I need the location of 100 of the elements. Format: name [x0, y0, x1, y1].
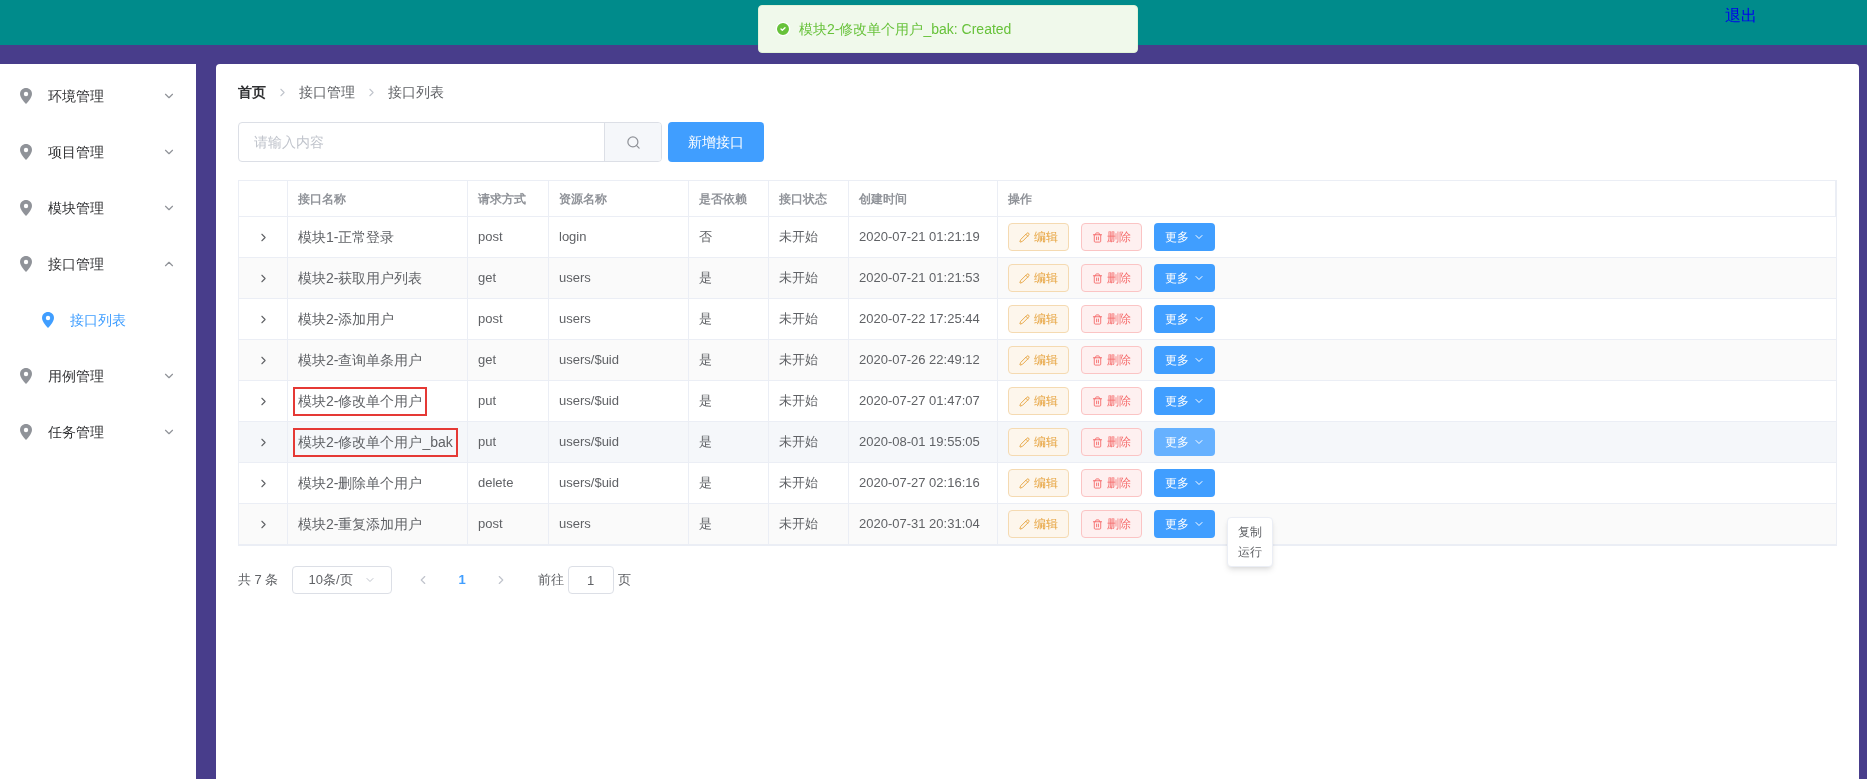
- delete-button[interactable]: 删除: [1081, 510, 1142, 538]
- trash-icon: [1092, 231, 1103, 243]
- table-cell-text: 2020-07-21 01:21:53: [859, 269, 980, 288]
- delete-button[interactable]: 删除: [1081, 223, 1142, 251]
- edit-button[interactable]: 编辑: [1008, 305, 1069, 333]
- table-cell-text: users/$uid: [559, 433, 619, 452]
- column-header: 接口名称: [298, 190, 346, 208]
- sidebar-item[interactable]: 任务管理: [0, 404, 196, 460]
- pencil-icon: [1019, 231, 1030, 243]
- table-cell-text: get: [478, 351, 497, 370]
- table-cell-text: 模块2-删除单个用户: [298, 473, 423, 493]
- edit-button[interactable]: 编辑: [1008, 223, 1069, 251]
- table-cell-text: 2020-07-21 01:21:19: [859, 228, 980, 247]
- more-button[interactable]: 更多: [1154, 469, 1215, 497]
- more-button[interactable]: 更多: [1154, 305, 1215, 333]
- table-cell-text: 2020-07-26 22:49:12: [859, 351, 980, 370]
- table-cell-text: post: [478, 515, 503, 534]
- sidebar-item[interactable]: 项目管理: [0, 124, 196, 180]
- trash-icon: [1092, 477, 1103, 489]
- sidebar-item[interactable]: 接口管理: [0, 236, 196, 292]
- location-pin-icon: [20, 200, 32, 216]
- trash-icon: [1092, 395, 1103, 407]
- table-cell-text: 未开始: [779, 351, 818, 370]
- column-header: 请求方式: [478, 190, 526, 208]
- table-cell-text: delete: [478, 474, 514, 493]
- edit-button[interactable]: 编辑: [1008, 510, 1069, 538]
- sidebar-item[interactable]: 环境管理: [0, 68, 196, 124]
- search-icon: [625, 134, 641, 150]
- table-cell-text: 未开始: [779, 228, 818, 247]
- more-button[interactable]: 更多: [1154, 428, 1215, 456]
- pencil-icon: [1019, 395, 1030, 407]
- location-pin-icon: [20, 88, 32, 104]
- trash-icon: [1092, 436, 1103, 448]
- more-button[interactable]: 更多: [1154, 223, 1215, 251]
- table-cell-text: get: [478, 269, 497, 288]
- search-input[interactable]: 请输入内容: [239, 123, 604, 161]
- table-cell-text: 2020-07-22 17:25:44: [859, 310, 980, 329]
- location-pin-icon: [20, 424, 32, 440]
- pencil-icon: [1019, 313, 1030, 325]
- table-cell-text: 2020-07-31 20:31:04: [859, 515, 980, 534]
- table-cell-text: 是: [699, 310, 712, 329]
- page-input[interactable]: 1: [567, 566, 614, 594]
- pencil-icon: [1019, 518, 1030, 530]
- breadcrumb-item[interactable]: 接口管理: [299, 81, 355, 103]
- trash-icon: [1092, 313, 1103, 325]
- edit-button[interactable]: 编辑: [1008, 469, 1069, 497]
- table-cell-text: 未开始: [779, 474, 818, 493]
- add-interface-button[interactable]: 新增接口: [668, 122, 764, 162]
- logout-link[interactable]: 退出: [1725, 4, 1757, 28]
- table-cell-text: 未开始: [779, 515, 818, 534]
- location-pin-icon: [20, 144, 32, 160]
- table-cell-text: 是: [699, 515, 712, 534]
- sidebar-subitem[interactable]: 接口列表: [0, 292, 196, 348]
- delete-button[interactable]: 删除: [1081, 264, 1142, 292]
- table-cell: 模块2-修改单个用户_bak: [293, 427, 458, 457]
- edit-button[interactable]: 编辑: [1008, 428, 1069, 456]
- menu-item[interactable]: 运行: [1228, 542, 1272, 562]
- menu-item[interactable]: 复制: [1228, 522, 1272, 542]
- sidebar-item[interactable]: 模块管理: [0, 180, 196, 236]
- more-button[interactable]: 更多: [1154, 387, 1215, 415]
- table-cell-text: 是: [699, 269, 712, 288]
- table-cell-text: 模块2-查询单条用户: [298, 350, 423, 370]
- delete-button[interactable]: 删除: [1081, 346, 1142, 374]
- table-cell-text: 未开始: [779, 392, 818, 411]
- page-number[interactable]: 1: [458, 570, 466, 590]
- table-cell-text: 否: [699, 228, 712, 247]
- sidebar-item[interactable]: 用例管理: [0, 348, 196, 404]
- table-cell-text: 是: [699, 474, 712, 493]
- table-cell-text: users/$uid: [559, 392, 619, 411]
- trash-icon: [1092, 354, 1103, 366]
- delete-button[interactable]: 删除: [1081, 428, 1142, 456]
- delete-button[interactable]: 删除: [1081, 305, 1142, 333]
- table-cell: 模块2-修改单个用户: [293, 386, 428, 416]
- table-cell-text: post: [478, 310, 503, 329]
- more-button[interactable]: 更多: [1154, 346, 1215, 374]
- column-header: 资源名称: [559, 190, 607, 208]
- column-header: 接口状态: [779, 190, 827, 208]
- toast-message: 模块2-修改单个用户_bak: Created: [799, 19, 1012, 39]
- success-icon: [775, 21, 791, 37]
- more-button[interactable]: 更多: [1154, 264, 1215, 292]
- location-pin-icon: [20, 368, 32, 384]
- table-cell-text: 未开始: [779, 269, 818, 288]
- edit-button[interactable]: 编辑: [1008, 346, 1069, 374]
- table-cell-text: 模块2-获取用户列表: [298, 268, 423, 288]
- table-cell-text: post: [478, 228, 503, 247]
- table-cell-text: 未开始: [779, 310, 818, 329]
- search-field[interactable]: 请输入内容: [238, 122, 662, 162]
- table-cell-text: users/$uid: [559, 351, 619, 370]
- table-cell-text: put: [478, 392, 497, 411]
- table-cell-text: 模块2-重复添加用户: [298, 514, 423, 534]
- delete-button[interactable]: 删除: [1081, 469, 1142, 497]
- trash-icon: [1092, 272, 1103, 284]
- table-cell-text: 是: [699, 433, 712, 452]
- page-size-select[interactable]: 10条/页: [292, 566, 393, 594]
- trash-icon: [1092, 518, 1103, 530]
- delete-button[interactable]: 删除: [1081, 387, 1142, 415]
- breadcrumb-item[interactable]: 首页: [238, 81, 266, 103]
- edit-button[interactable]: 编辑: [1008, 264, 1069, 292]
- more-button[interactable]: 更多: [1154, 510, 1215, 538]
- edit-button[interactable]: 编辑: [1008, 387, 1069, 415]
